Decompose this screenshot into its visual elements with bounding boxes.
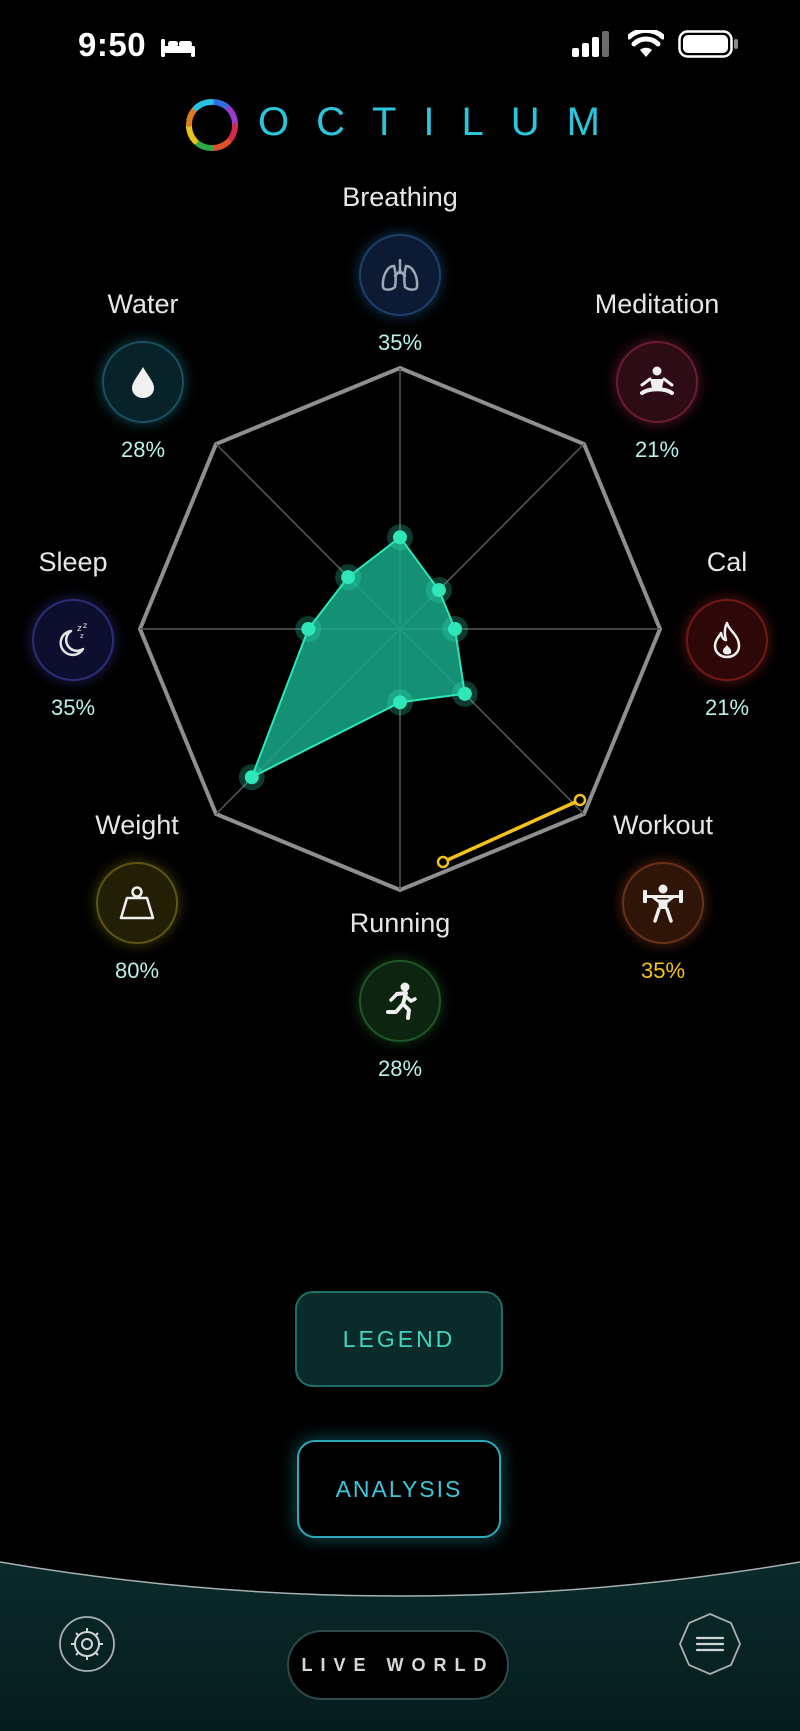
running-label: Running <box>349 908 451 938</box>
radar-point-water <box>341 570 356 585</box>
breathing-value: 35% <box>377 330 423 355</box>
lungs-icon <box>381 258 419 291</box>
cal-label: Cal <box>706 547 748 577</box>
running-icon <box>386 982 417 1020</box>
radar-point-running <box>393 695 407 710</box>
radar-point-cal <box>448 622 463 636</box>
workout-button[interactable] <box>622 862 704 944</box>
cal-button[interactable] <box>686 599 768 681</box>
moon-icon: z z z <box>59 621 87 657</box>
breathing-label: Breathing <box>342 182 458 212</box>
water-button[interactable] <box>102 341 184 423</box>
radar-point-sleep <box>301 622 316 636</box>
menu-button[interactable] <box>678 1612 742 1676</box>
radar-point-meditation <box>431 583 446 598</box>
sleep-value: 35% <box>50 695 96 720</box>
cal-value: 21% <box>704 695 750 720</box>
settings-gear-icon <box>59 1616 115 1672</box>
settings-button[interactable] <box>58 1615 116 1673</box>
legend-button[interactable]: LEGEND <box>295 1291 503 1387</box>
weight-button[interactable] <box>96 862 178 944</box>
sleep-label: Sleep <box>38 547 108 577</box>
menu-icon <box>679 1613 741 1675</box>
weight-value: 80% <box>114 958 160 983</box>
water-value: 28% <box>120 437 166 462</box>
water-label: Water <box>107 289 179 319</box>
workout-value: 35% <box>640 958 686 983</box>
weightlifting-icon <box>643 884 683 923</box>
meditation-button[interactable] <box>616 341 698 423</box>
running-button[interactable] <box>359 960 441 1042</box>
running-value: 28% <box>377 1056 423 1081</box>
meditation-value: 21% <box>634 437 680 462</box>
meditation-label: Meditation <box>594 289 720 319</box>
weight-label: Weight <box>95 810 179 840</box>
flame-icon <box>713 621 741 659</box>
breathing-button[interactable] <box>359 234 441 316</box>
svg-text:z: z <box>83 621 87 630</box>
weight-icon <box>119 886 155 920</box>
radar-point-breathing <box>393 530 407 545</box>
water-drop-icon <box>132 367 154 398</box>
sleep-button[interactable]: z z z <box>32 599 114 681</box>
radar-point-workout <box>457 686 472 701</box>
svg-text:z: z <box>80 632 84 640</box>
analysis-button[interactable]: ANALYSIS <box>297 1440 501 1538</box>
workout-label: Workout <box>612 810 714 840</box>
meditation-icon <box>640 366 674 395</box>
live-world-button[interactable]: LIVE WORLD <box>287 1630 509 1700</box>
radar-point-weight <box>244 770 259 785</box>
